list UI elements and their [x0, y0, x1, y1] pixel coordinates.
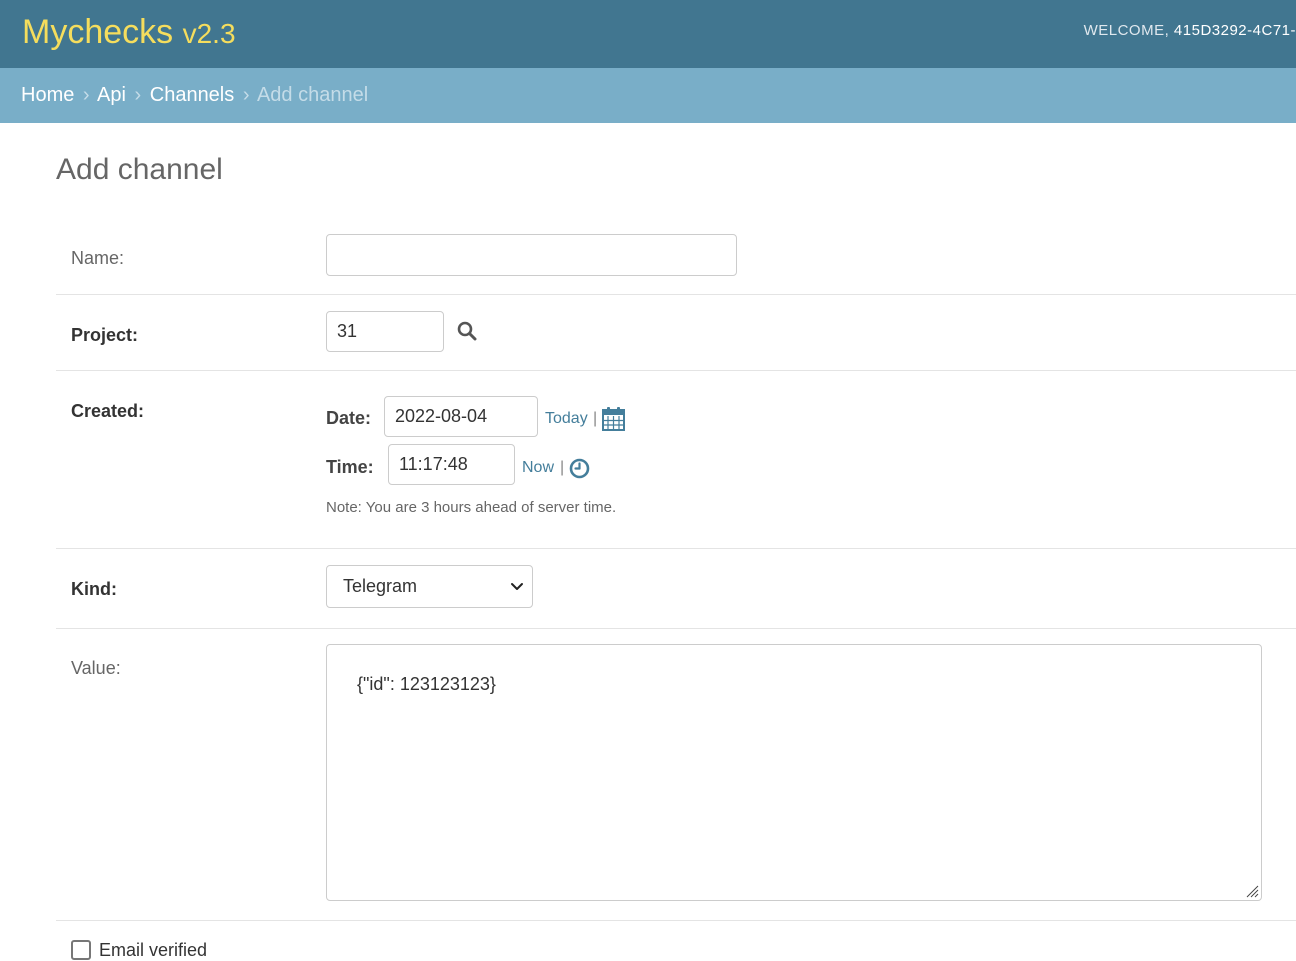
breadcrumb-api-link[interactable]: Api — [97, 84, 126, 106]
breadcrumb-separator: › — [134, 84, 142, 106]
value-textarea[interactable]: {"id": 123123123} — [326, 644, 1262, 901]
site-header: Mychecks v2.3 WELCOME, 415D3292-4C71- — [0, 0, 1296, 68]
name-label: Name: — [71, 248, 125, 268]
project-label: Project: — [71, 325, 139, 345]
kind-label: Kind: — [71, 579, 117, 599]
pipe-separator: | — [593, 410, 598, 427]
site-branding[interactable]: Mychecks v2.3 — [22, 12, 236, 54]
form-row-value: Value: {"id": 123123123} — [56, 629, 1296, 921]
pipe-separator: | — [560, 459, 565, 476]
user-tools: WELCOME, 415D3292-4C71- — [1084, 22, 1296, 39]
kind-select[interactable]: Telegram — [326, 565, 533, 608]
value-text: {"id": 123123123} — [357, 674, 496, 694]
search-icon[interactable] — [457, 321, 477, 341]
email-verified-checkbox[interactable] — [71, 940, 91, 960]
date-input[interactable]: 2022-08-04 — [384, 396, 538, 437]
project-input[interactable]: 31 — [326, 311, 444, 352]
brand-name[interactable]: Mychecks — [22, 13, 173, 51]
brand-version[interactable]: v2.3 — [183, 18, 236, 49]
form-row-kind: Kind: Telegram — [56, 549, 1296, 629]
welcome-label: WELCOME, — [1083, 22, 1170, 39]
breadcrumb-separator: › — [242, 84, 250, 106]
today-link[interactable]: Today — [545, 410, 588, 428]
resize-grip-icon[interactable] — [1245, 884, 1259, 898]
time-input[interactable]: 11:17:48 — [388, 444, 515, 485]
user-id: 415D3292-4C71- — [1173, 22, 1296, 39]
chevron-down-icon — [511, 583, 523, 590]
calendar-icon[interactable] — [602, 406, 625, 431]
now-link[interactable]: Now — [522, 459, 554, 477]
breadcrumb-current: Add channel — [256, 84, 369, 106]
time-label: Time: — [326, 457, 374, 477]
value-label: Value: — [71, 658, 121, 678]
form-row-created: Created: Date: 2022-08-04 Today | Time: … — [56, 371, 1296, 549]
form-row-name: Name: — [56, 218, 1296, 295]
name-input[interactable] — [326, 234, 737, 276]
email-verified-label[interactable]: Email verified — [99, 940, 207, 961]
created-label: Created: — [71, 401, 145, 421]
breadcrumb-separator: › — [82, 84, 90, 106]
clock-icon[interactable] — [569, 458, 590, 479]
page-title: Add channel — [56, 153, 223, 186]
date-label: Date: — [326, 408, 372, 428]
timezone-warning: Note: You are 3 hours ahead of server ti… — [326, 499, 617, 516]
form-row-project: Project: 31 — [56, 295, 1296, 371]
breadcrumb-home-link[interactable]: Home — [21, 84, 74, 106]
breadcrumb-channels-link[interactable]: Channels — [150, 84, 235, 106]
kind-selected-value: Telegram — [343, 576, 418, 596]
breadcrumb: Home › Api › Channels › Add channel — [0, 68, 1296, 123]
